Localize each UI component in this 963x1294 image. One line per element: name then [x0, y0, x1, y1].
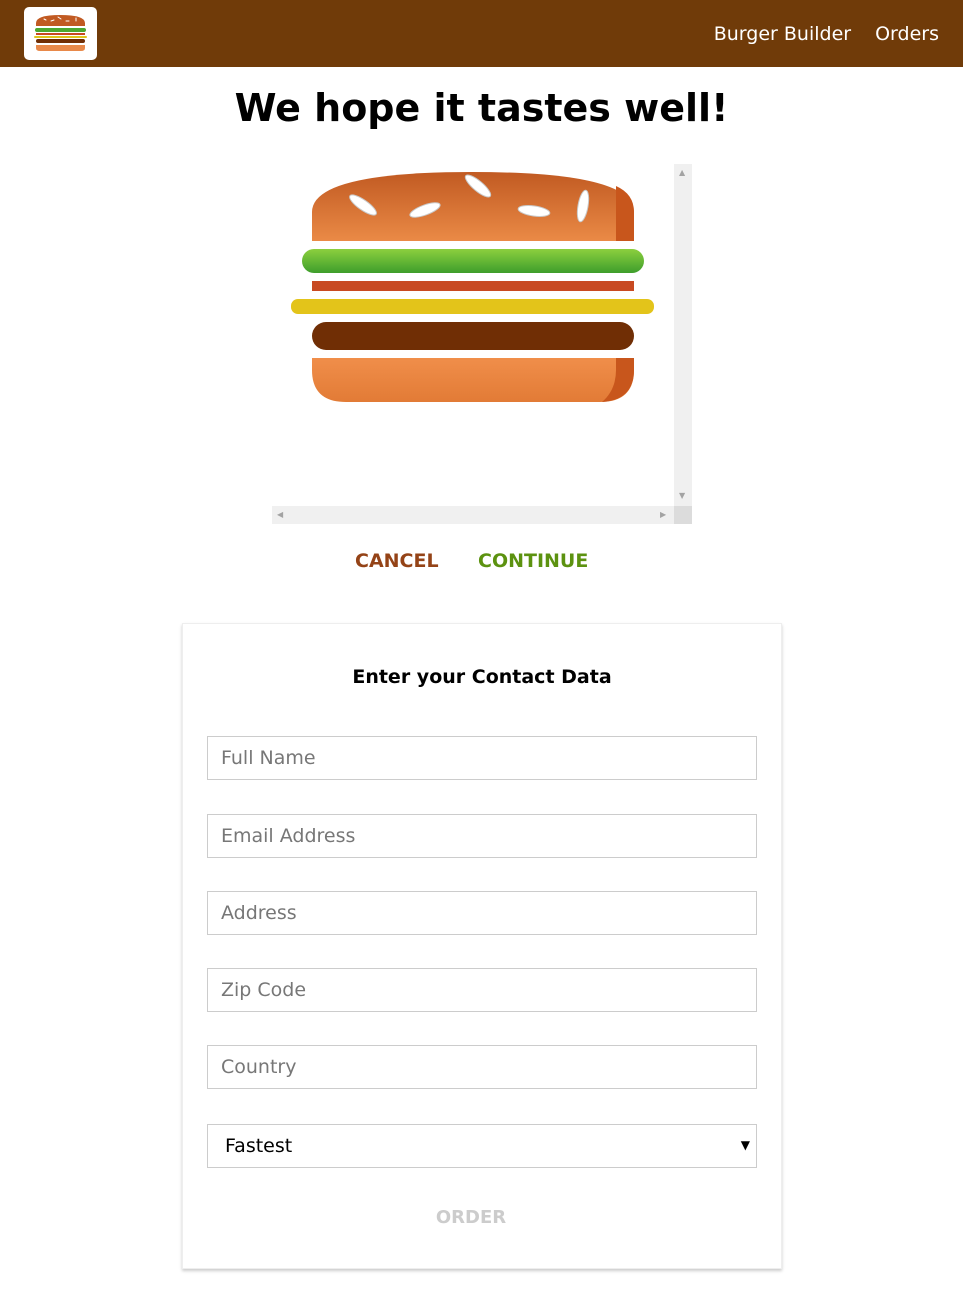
- nav-burger-builder[interactable]: Burger Builder: [714, 23, 851, 45]
- page-title: We hope it tastes well!: [234, 86, 729, 130]
- contact-form-title: Enter your Contact Data: [352, 666, 612, 688]
- burger-preview: [272, 164, 692, 524]
- scrollbar-corner: [674, 506, 692, 524]
- cheese-layer: [291, 299, 654, 314]
- cancel-button[interactable]: CANCEL: [355, 550, 439, 572]
- delivery-method-value: Fastest: [225, 1135, 293, 1157]
- dropdown-arrow-icon: ▼: [740, 1138, 750, 1152]
- full-name-input[interactable]: [207, 736, 757, 780]
- burger-logo-icon[interactable]: [24, 7, 97, 60]
- salad-layer: [302, 249, 644, 273]
- nav-orders[interactable]: Orders: [875, 23, 939, 45]
- toolbar: Burger Builder Orders: [0, 0, 963, 67]
- vertical-scrollbar[interactable]: ▲ ▼: [674, 164, 692, 506]
- scroll-down-icon[interactable]: ▼: [679, 492, 685, 500]
- meat-layer: [312, 322, 634, 350]
- country-input[interactable]: [207, 1045, 757, 1089]
- email-address-input[interactable]: [207, 814, 757, 858]
- scroll-left-icon[interactable]: ◀: [277, 511, 283, 519]
- scroll-up-icon[interactable]: ▲: [679, 169, 685, 177]
- zip-code-input[interactable]: [207, 968, 757, 1012]
- main-nav: Burger Builder Orders: [690, 0, 939, 67]
- order-button[interactable]: ORDER: [183, 1207, 759, 1228]
- contact-data-card: Enter your Contact Data Fastest ▼ ORDER: [182, 623, 782, 1269]
- bacon-layer: [312, 281, 634, 291]
- bread-top: [312, 172, 634, 241]
- scroll-right-icon[interactable]: ▶: [660, 511, 666, 519]
- address-input[interactable]: [207, 891, 757, 935]
- delivery-method-select[interactable]: Fastest ▼: [207, 1124, 757, 1168]
- continue-button[interactable]: CONTINUE: [478, 550, 588, 572]
- bread-bottom: [312, 358, 634, 402]
- horizontal-scrollbar[interactable]: ◀ ▶: [272, 506, 674, 524]
